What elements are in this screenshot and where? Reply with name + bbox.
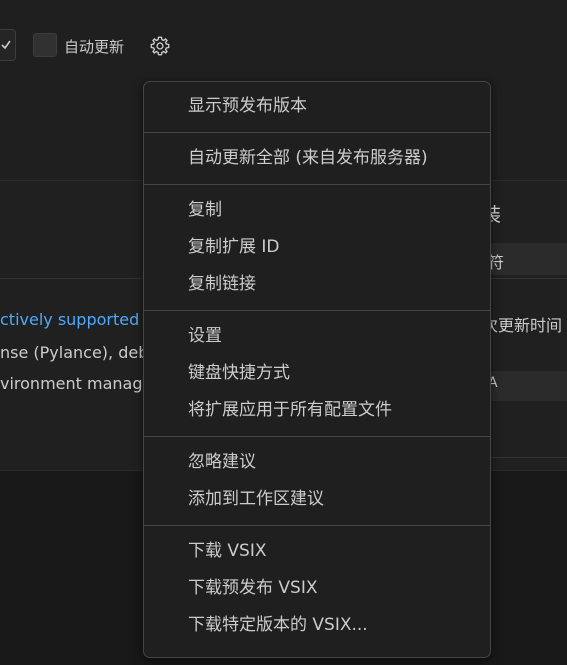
menu-item-keyboard-shortcuts[interactable]: 键盘快捷方式 (144, 355, 490, 392)
gear-icon[interactable] (149, 35, 171, 57)
menu-separator (144, 525, 490, 526)
check-icon (1, 40, 11, 50)
menu-item-settings[interactable]: 设置 (144, 318, 490, 355)
menu-separator (144, 132, 490, 133)
menu-separator (144, 310, 490, 311)
divider (0, 278, 150, 279)
menu-separator (144, 184, 490, 185)
menu-item-add-workspace-recommendation[interactable]: 添加到工作区建议 (144, 481, 490, 518)
menu-item-copy[interactable]: 复制 (144, 192, 490, 229)
menu-item-download-vsix[interactable]: 下载 VSIX (144, 533, 490, 570)
description-link[interactable]: ctively supported (0, 310, 139, 329)
menu-item-download-prerelease-vsix[interactable]: 下载预发布 VSIX (144, 570, 490, 607)
menu-item-show-prerelease[interactable]: 显示预发布版本 (144, 88, 490, 125)
description-text: nse (Pylance), deb (0, 343, 149, 362)
menu-item-apply-to-all-profiles[interactable]: 将扩展应用于所有配置文件 (144, 392, 490, 429)
auto-update-checkbox[interactable] (33, 33, 57, 57)
description-text: vironment manag (0, 374, 143, 393)
install-dropdown-button[interactable] (0, 29, 16, 61)
side-panel-row: 次更新时间 (482, 316, 563, 335)
context-menu: 显示预发布版本 自动更新全部 (来自发布服务器) 复制 复制扩展 ID 复制链接… (143, 81, 491, 658)
divider (485, 278, 567, 279)
menu-separator (144, 436, 490, 437)
menu-item-ignore-recommendation[interactable]: 忽略建议 (144, 444, 490, 481)
menu-item-download-specific-version-vsix[interactable]: 下载特定版本的 VSIX... (144, 607, 490, 644)
menu-item-copy-link[interactable]: 复制链接 (144, 266, 490, 303)
menu-item-auto-update-all[interactable]: 自动更新全部 (来自发布服务器) (144, 140, 490, 177)
extension-detail-view: 自动更新 ctively supported nse (Pylance), de… (0, 0, 567, 665)
menu-item-copy-extension-id[interactable]: 复制扩展 ID (144, 229, 490, 266)
divider (485, 457, 567, 458)
auto-update-label[interactable]: 自动更新 (64, 36, 124, 57)
